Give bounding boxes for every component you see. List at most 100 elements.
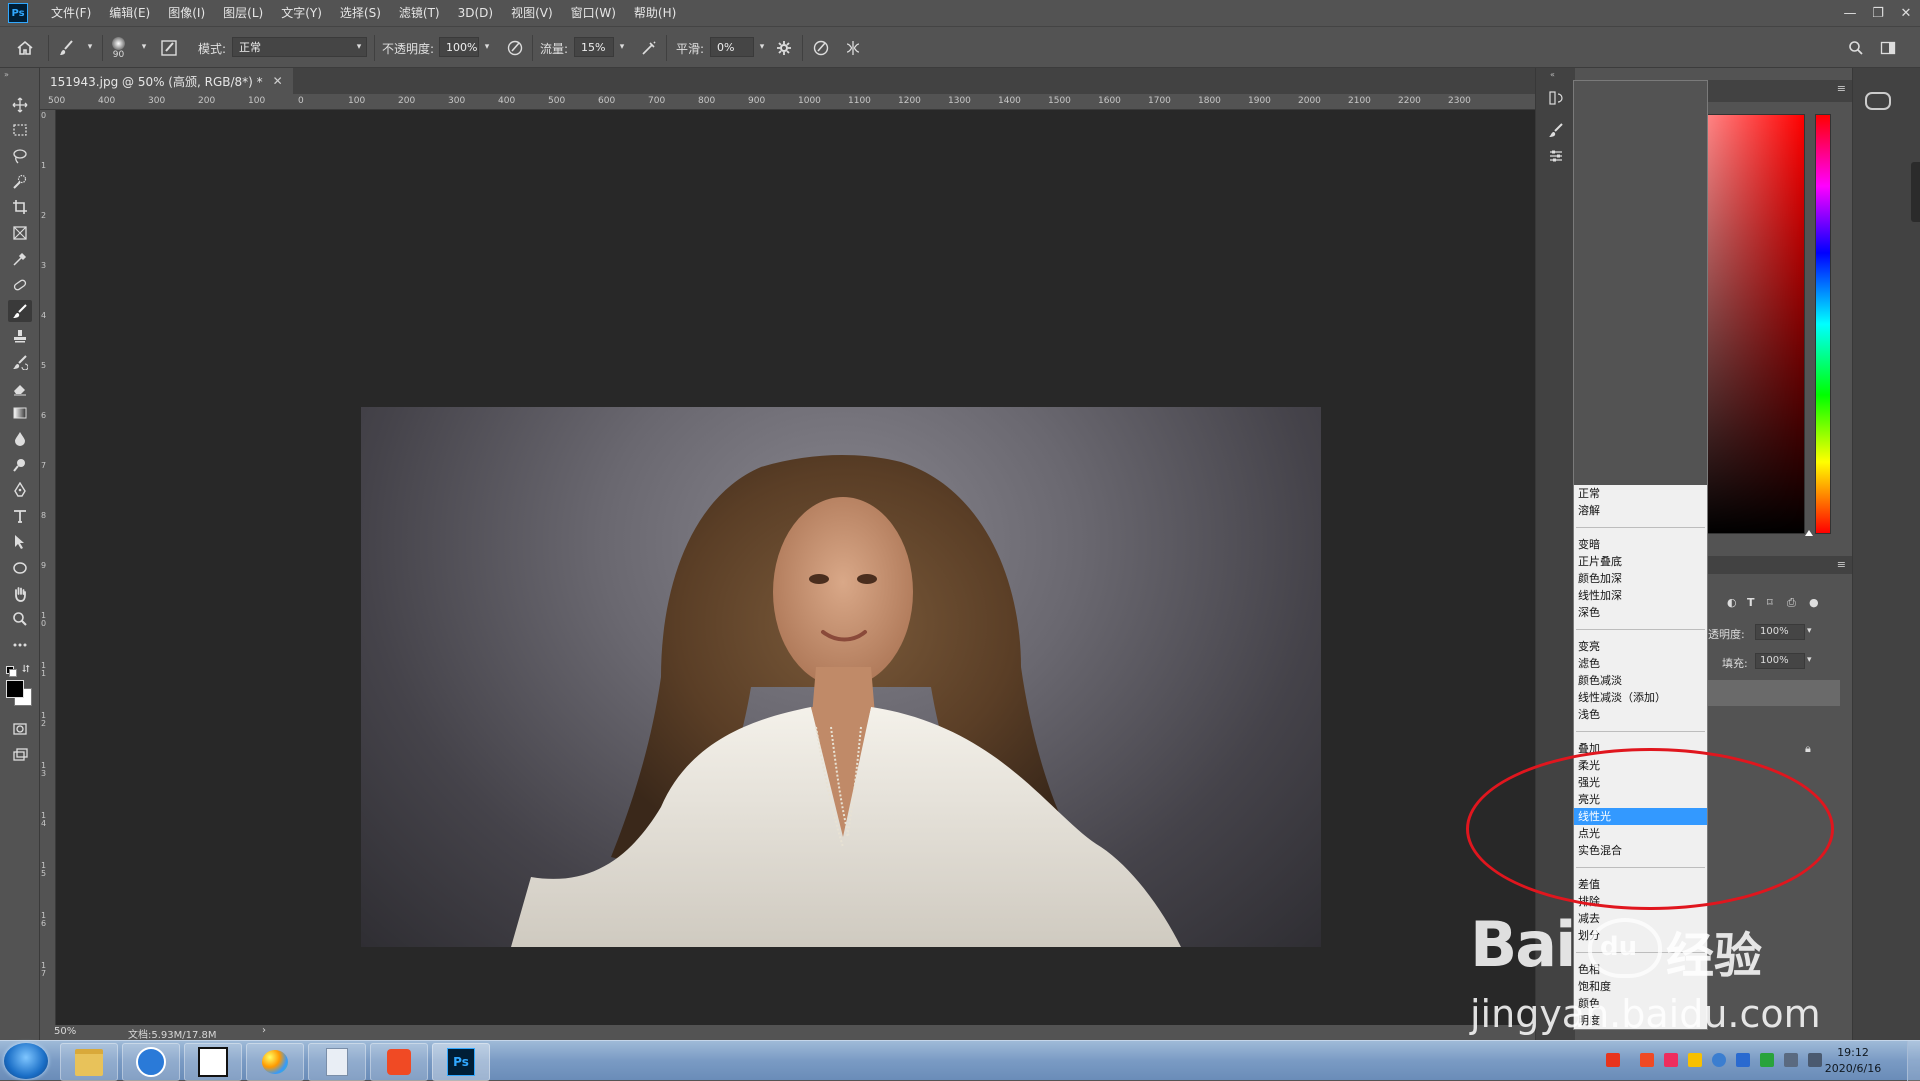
workspace-icon[interactable] [1880,27,1896,69]
type-tool-icon[interactable] [8,505,32,527]
blend-mode-option[interactable]: 变暗 [1574,536,1707,553]
history-panel-icon[interactable] [1546,88,1566,108]
eraser-tool-icon[interactable] [8,377,32,399]
gradient-tool-icon[interactable] [8,402,32,424]
screen-mode-icon[interactable] [8,744,32,766]
status-menu-icon[interactable]: › [262,1025,266,1036]
blend-mode-option[interactable]: 颜色减淡 [1574,672,1707,689]
panel-menu-icon[interactable]: ≡ [1837,82,1846,95]
minimize-icon[interactable]: — [1836,0,1864,26]
flow-field[interactable]: 15% [574,37,614,57]
mode-select[interactable]: 正常 [232,37,367,57]
restore-icon[interactable]: ❐ [1864,0,1892,26]
brush-settings-icon[interactable] [160,27,178,69]
menu-select[interactable]: 选择(S) [331,0,390,26]
photoshop-logo-icon[interactable]: Ps [8,3,28,23]
pen-tool-icon[interactable] [8,479,32,501]
healing-brush-tool-icon[interactable] [8,274,32,296]
side-panel-handle[interactable] [1911,162,1920,222]
tray-app-icon[interactable] [1664,1053,1678,1067]
taskbar-calculator[interactable] [308,1043,366,1081]
brush-size-caret-icon[interactable]: ▾ [136,37,152,57]
hue-slider[interactable] [1815,114,1831,534]
layer-row-selected[interactable] [1708,680,1840,706]
close-document-icon[interactable]: ✕ [273,74,283,88]
blend-mode-option[interactable]: 深色 [1574,604,1707,621]
taskbar-explorer[interactable] [60,1043,118,1081]
layer-opacity-caret-icon[interactable]: ▾ [1807,626,1812,636]
eyedropper-tool-icon[interactable] [8,248,32,270]
blur-tool-icon[interactable] [8,428,32,450]
pressure-size-icon[interactable] [812,27,830,69]
tray-video-icon[interactable] [1640,1053,1654,1067]
filter-type-icon[interactable]: T [1747,596,1755,609]
marquee-tool-icon[interactable] [8,119,32,141]
tray-color-icon[interactable] [1688,1053,1702,1067]
taskbar-app-3[interactable] [184,1043,242,1081]
menu-filter[interactable]: 滤镜(T) [390,0,449,26]
edit-toolbar-icon[interactable] [8,634,32,656]
tray-sogou-icon[interactable] [1606,1053,1620,1067]
menu-layer[interactable]: 图层(L) [214,0,272,26]
shape-tool-icon[interactable] [8,557,32,579]
collapse-strip-icon[interactable]: « [1550,70,1555,79]
menu-help[interactable]: 帮助(H) [625,0,685,26]
blend-mode-option[interactable]: 正片叠底 [1574,553,1707,570]
preset-caret-icon[interactable]: ▾ [82,37,98,57]
layers-panel-menu-icon[interactable]: ≡ [1837,558,1846,571]
hand-tool-icon[interactable] [8,583,32,605]
blend-mode-option[interactable]: 溶解 [1574,502,1707,519]
canvas-area[interactable] [56,110,1535,1025]
layer-lock-icon[interactable]: 🔒︎ [1805,742,1811,756]
color-picker-marker[interactable] [1805,530,1813,536]
tray-security-icon[interactable] [1760,1053,1774,1067]
adjustments-panel-icon[interactable] [1546,146,1566,166]
tray-shield-icon[interactable] [1712,1053,1726,1067]
flow-caret-icon[interactable]: ▾ [614,37,630,57]
history-brush-tool-icon[interactable] [8,351,32,373]
layer-fill-caret-icon[interactable]: ▾ [1807,655,1812,665]
opacity-caret-icon[interactable]: ▾ [479,37,495,57]
creative-cloud-icon[interactable] [1865,92,1891,110]
blend-mode-option[interactable]: 变亮 [1574,638,1707,655]
blend-mode-option[interactable]: 浅色 [1574,706,1707,723]
zoom-level[interactable]: 50% [54,1026,76,1037]
blend-mode-option[interactable]: 滤色 [1574,655,1707,672]
menu-file[interactable]: 文件(F) [42,0,100,26]
blend-mode-option[interactable]: 正常 [1574,485,1707,502]
opacity-field[interactable]: 100% [439,37,479,57]
brush-tool-icon[interactable] [8,300,32,322]
close-icon[interactable]: ✕ [1892,0,1920,26]
quick-selection-tool-icon[interactable] [8,171,32,193]
menu-edit[interactable]: 编辑(E) [100,0,159,26]
blend-mode-option[interactable]: 颜色加深 [1574,570,1707,587]
brush-settings-panel-icon[interactable] [1546,120,1566,140]
frame-tool-icon[interactable] [8,222,32,244]
taskbar-browser[interactable] [122,1043,180,1081]
filter-circle-icon[interactable]: ◐ [1727,596,1737,609]
taskbar-paint[interactable] [246,1043,304,1081]
dodge-tool-icon[interactable] [8,454,32,476]
default-colors-icon[interactable] [6,666,17,677]
crop-tool-icon[interactable] [8,196,32,218]
smoothing-field[interactable]: 0% [710,37,754,57]
move-tool-icon[interactable] [8,94,32,116]
menu-view[interactable]: 视图(V) [502,0,562,26]
quick-mask-icon[interactable] [8,718,32,740]
menu-3d[interactable]: 3D(D) [449,0,502,26]
filter-shape-icon[interactable]: ⌑ [1767,596,1773,609]
path-selection-tool-icon[interactable] [8,531,32,553]
zoom-tool-icon[interactable] [8,608,32,630]
menu-image[interactable]: 图像(I) [159,0,214,26]
swap-colors-icon[interactable]: ⮃ [22,664,30,675]
document-image[interactable] [361,407,1321,947]
taskbar-clock[interactable]: 19:12 2020/6/16 [1818,1045,1888,1077]
tray-volume-icon[interactable] [1784,1053,1798,1067]
pressure-opacity-icon[interactable] [506,27,524,69]
clone-stamp-tool-icon[interactable] [8,325,32,347]
filter-smart-icon[interactable]: ⎙ [1787,596,1796,610]
start-button-icon[interactable] [4,1043,48,1079]
tray-network-icon[interactable] [1736,1053,1750,1067]
brush-size-picker[interactable]: 90 [112,27,125,69]
search-icon[interactable] [1848,27,1864,69]
